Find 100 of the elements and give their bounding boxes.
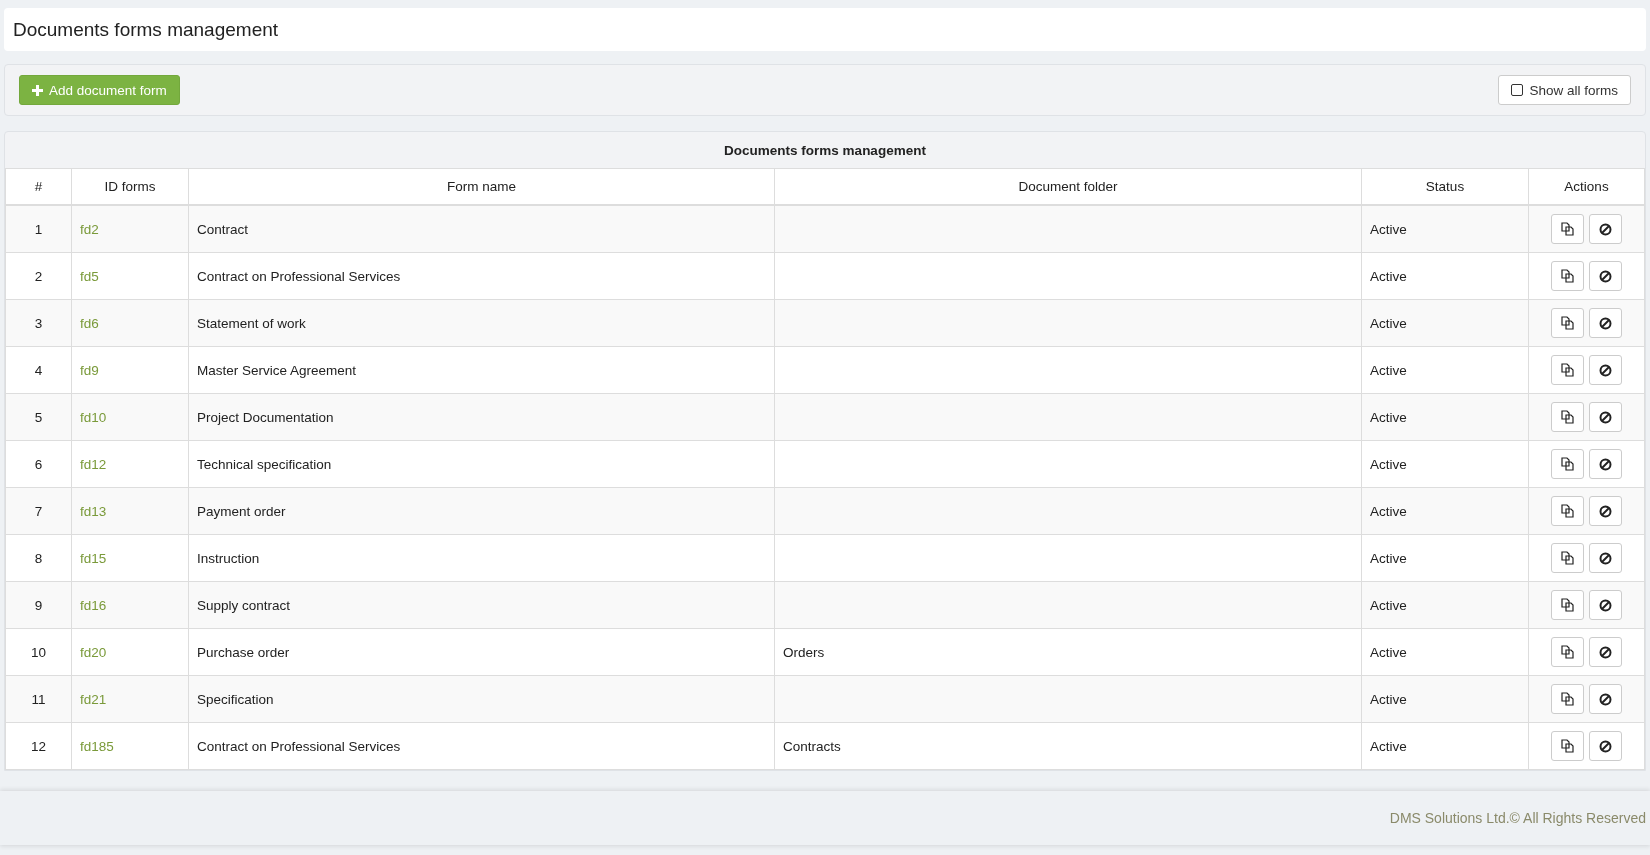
table-cell: Active xyxy=(1361,393,1529,441)
disable-button[interactable] xyxy=(1589,355,1622,385)
table-cell: 12 xyxy=(5,722,72,770)
table-cell: Payment order xyxy=(188,487,775,535)
copy-button[interactable] xyxy=(1551,261,1584,291)
disable-button[interactable] xyxy=(1589,543,1622,573)
copy-icon xyxy=(1561,598,1574,612)
table-cell: 4 xyxy=(5,346,72,394)
table-cell: Supply contract xyxy=(188,581,775,629)
copy-icon xyxy=(1561,692,1574,706)
disable-button[interactable] xyxy=(1589,402,1622,432)
table-cell: Orders xyxy=(774,628,1362,676)
table-cell: Active xyxy=(1361,722,1529,770)
add-document-form-button[interactable]: Add document form xyxy=(19,75,180,105)
disable-button[interactable] xyxy=(1589,731,1622,761)
table-cell: Instruction xyxy=(188,534,775,582)
form-id-link[interactable]: fd21 xyxy=(80,691,107,707)
disable-button[interactable] xyxy=(1589,684,1622,714)
ban-icon xyxy=(1599,363,1612,377)
form-id-link[interactable]: fd20 xyxy=(80,644,107,660)
table-cell: Purchase order xyxy=(188,628,775,676)
ban-icon xyxy=(1599,598,1612,612)
form-id-link[interactable]: fd15 xyxy=(80,550,107,566)
table-cell: 8 xyxy=(5,534,72,582)
table-cell: 1 xyxy=(5,205,72,253)
ban-icon xyxy=(1599,645,1612,659)
checkbox[interactable] xyxy=(1511,84,1524,96)
form-id-link[interactable]: fd13 xyxy=(80,503,107,519)
table-cell: Contracts xyxy=(774,722,1362,770)
copy-icon xyxy=(1561,316,1574,330)
copy-icon xyxy=(1561,363,1574,377)
copy-button[interactable] xyxy=(1551,308,1584,338)
show-all-forms-button[interactable]: Show all forms xyxy=(1498,75,1631,105)
table-cell: Technical specification xyxy=(188,440,775,488)
table-cell: 6 xyxy=(5,440,72,488)
table-cell: 3 xyxy=(5,299,72,347)
table-cell: Active xyxy=(1361,346,1529,394)
copy-icon xyxy=(1561,269,1574,283)
copy-button[interactable] xyxy=(1551,637,1584,667)
table-cell: Active xyxy=(1361,487,1529,535)
form-id-link[interactable]: fd6 xyxy=(80,315,99,331)
copy-button[interactable] xyxy=(1551,543,1584,573)
copy-icon xyxy=(1561,457,1574,471)
copy-icon xyxy=(1561,504,1574,518)
disable-button[interactable] xyxy=(1589,496,1622,526)
ban-icon xyxy=(1599,739,1612,753)
table-cell: 2 xyxy=(5,252,72,300)
disable-button[interactable] xyxy=(1589,449,1622,479)
column-header: Form name xyxy=(188,168,775,205)
column-header: ID forms xyxy=(71,168,189,205)
table-cell: 11 xyxy=(5,675,72,723)
copy-icon xyxy=(1561,645,1574,659)
table-title: Documents forms management xyxy=(723,141,927,160)
form-id-link[interactable]: fd5 xyxy=(80,268,99,284)
disable-button[interactable] xyxy=(1589,637,1622,667)
table-cell: Contract xyxy=(188,205,775,253)
table-cell: Master Service Agreement xyxy=(188,346,775,394)
table-cell: 9 xyxy=(5,581,72,629)
copy-button[interactable] xyxy=(1551,496,1584,526)
column-header: # xyxy=(5,168,72,205)
table-cell: Active xyxy=(1361,252,1529,300)
form-id-link[interactable]: fd16 xyxy=(80,597,107,613)
column-header: Actions xyxy=(1528,168,1645,205)
table-cell: Active xyxy=(1361,581,1529,629)
table-cell: 10 xyxy=(5,628,72,676)
form-id-link[interactable]: fd185 xyxy=(80,738,114,754)
disable-button[interactable] xyxy=(1589,308,1622,338)
table-cell: Statement of work xyxy=(188,299,775,347)
form-id-link[interactable]: fd12 xyxy=(80,456,107,472)
ban-icon xyxy=(1599,692,1612,706)
copy-icon xyxy=(1561,739,1574,753)
disable-button[interactable] xyxy=(1589,590,1622,620)
ban-icon xyxy=(1599,457,1612,471)
ban-icon xyxy=(1599,222,1612,236)
table-cell: 5 xyxy=(5,393,72,441)
ban-icon xyxy=(1599,504,1612,518)
column-header: Status xyxy=(1361,168,1529,205)
copyright-text: DMS Solutions Ltd.© All Rights Reserved xyxy=(1389,810,1646,826)
copy-button[interactable] xyxy=(1551,214,1584,244)
table-cell: Active xyxy=(1361,675,1529,723)
form-id-link[interactable]: fd9 xyxy=(80,362,99,378)
copy-button[interactable] xyxy=(1551,355,1584,385)
copy-button[interactable] xyxy=(1551,449,1584,479)
table-cell: Active xyxy=(1361,628,1529,676)
form-id-link[interactable]: fd2 xyxy=(80,221,99,237)
page-title: Documents forms management xyxy=(13,18,279,41)
disable-button[interactable] xyxy=(1589,261,1622,291)
table-cell: Project Documentation xyxy=(188,393,775,441)
copy-button[interactable] xyxy=(1551,731,1584,761)
ban-icon xyxy=(1599,410,1612,424)
disable-button[interactable] xyxy=(1589,214,1622,244)
form-id-link[interactable]: fd10 xyxy=(80,409,107,425)
ban-icon xyxy=(1599,269,1612,283)
copy-button[interactable] xyxy=(1551,684,1584,714)
copy-button[interactable] xyxy=(1551,590,1584,620)
copy-button[interactable] xyxy=(1551,402,1584,432)
copy-icon xyxy=(1561,551,1574,565)
table-cell: Active xyxy=(1361,205,1529,253)
ban-icon xyxy=(1599,316,1612,330)
copy-icon xyxy=(1561,222,1574,236)
